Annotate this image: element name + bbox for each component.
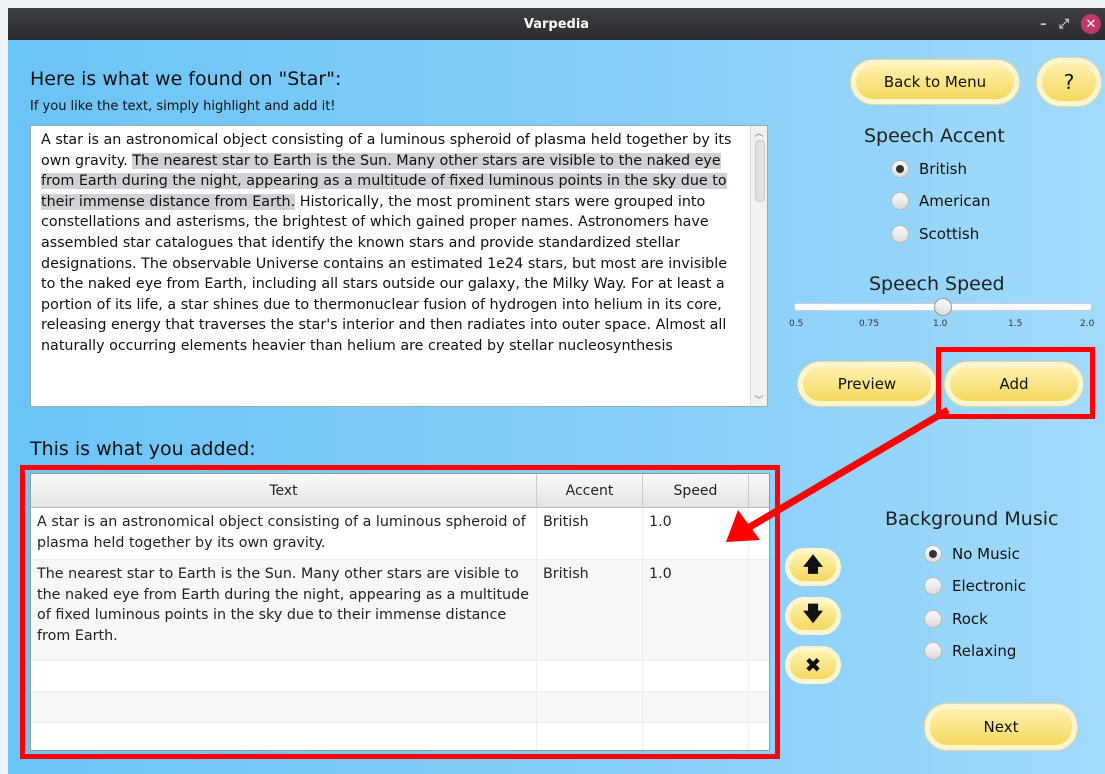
search-heading: Here is what we found on "Star":: [30, 68, 342, 90]
accent-option-british[interactable]: British: [891, 160, 967, 178]
music-label: Relaxing: [952, 642, 1017, 660]
speed-tick: 1.0: [933, 319, 948, 329]
move-down-button[interactable]: 🡇: [785, 597, 841, 635]
speed-tick: 1.5: [1008, 319, 1023, 329]
window-title: Varpedia: [523, 16, 590, 32]
music-label: Rock: [952, 610, 988, 628]
background-music-title: Background Music: [885, 508, 1059, 530]
accent-option-scottish[interactable]: Scottish: [891, 225, 979, 243]
close-window-icon[interactable]: ✕: [1081, 14, 1101, 34]
radio-icon[interactable]: [891, 192, 909, 210]
search-instruction: If you like the text, simply highlight a…: [30, 99, 336, 114]
speed-tick: 2.0: [1080, 319, 1095, 329]
speech-speed-title: Speech Speed: [869, 273, 1005, 295]
text-plain-end: Historically, the most prominent stars w…: [41, 193, 727, 354]
delete-button[interactable]: ✖: [785, 646, 841, 684]
textarea-scrollbar[interactable]: ︿ ﹀: [750, 126, 767, 406]
search-result-text[interactable]: A star is an astronomical object consist…: [31, 126, 767, 361]
arrow-up-icon: 🡅: [802, 552, 824, 576]
music-option-electronic[interactable]: Electronic: [924, 577, 1026, 595]
move-up-button[interactable]: 🡅: [785, 548, 841, 586]
radio-icon[interactable]: [924, 642, 942, 660]
next-button[interactable]: Next: [925, 704, 1077, 750]
music-option-rock[interactable]: Rock: [924, 610, 988, 628]
close-icon: ✖: [804, 653, 822, 677]
accent-option-american[interactable]: American: [891, 192, 990, 210]
speed-slider-thumb[interactable]: [934, 298, 952, 316]
music-option-relaxing[interactable]: Relaxing: [924, 642, 1016, 660]
maximize-icon[interactable]: ⤢: [1059, 18, 1069, 31]
accent-label: Scottish: [919, 225, 980, 243]
radio-icon[interactable]: [924, 577, 942, 595]
speed-tick: 0.75: [859, 319, 880, 329]
table-highlight-box: [20, 465, 780, 759]
help-button[interactable]: ?: [1037, 58, 1101, 106]
accent-label: British: [919, 160, 967, 178]
window-controls: – ⤢ ✕: [1040, 8, 1105, 40]
window-titlebar: Varpedia – ⤢ ✕: [8, 8, 1105, 40]
added-heading: This is what you added:: [30, 438, 256, 460]
radio-icon[interactable]: [924, 610, 942, 628]
speech-accent-title: Speech Accent: [864, 125, 1005, 147]
scroll-up-icon[interactable]: ︿: [751, 126, 767, 139]
speed-tick: 0.5: [789, 319, 804, 329]
minimize-icon[interactable]: –: [1040, 18, 1047, 31]
music-label: No Music: [952, 545, 1020, 563]
search-result-textarea[interactable]: A star is an astronomical object consist…: [30, 125, 768, 407]
arrow-down-icon: 🡇: [802, 601, 824, 625]
scrollbar-thumb[interactable]: [755, 140, 765, 202]
back-to-menu-button[interactable]: Back to Menu: [851, 60, 1019, 104]
accent-label: American: [919, 192, 991, 210]
music-label: Electronic: [952, 577, 1026, 595]
radio-selected-icon[interactable]: [924, 545, 942, 563]
main-content: Here is what we found on "Star": If you …: [8, 40, 1105, 774]
radio-icon[interactable]: [891, 225, 909, 243]
radio-selected-icon[interactable]: [891, 160, 909, 178]
music-option-no-music[interactable]: No Music: [924, 545, 1020, 563]
